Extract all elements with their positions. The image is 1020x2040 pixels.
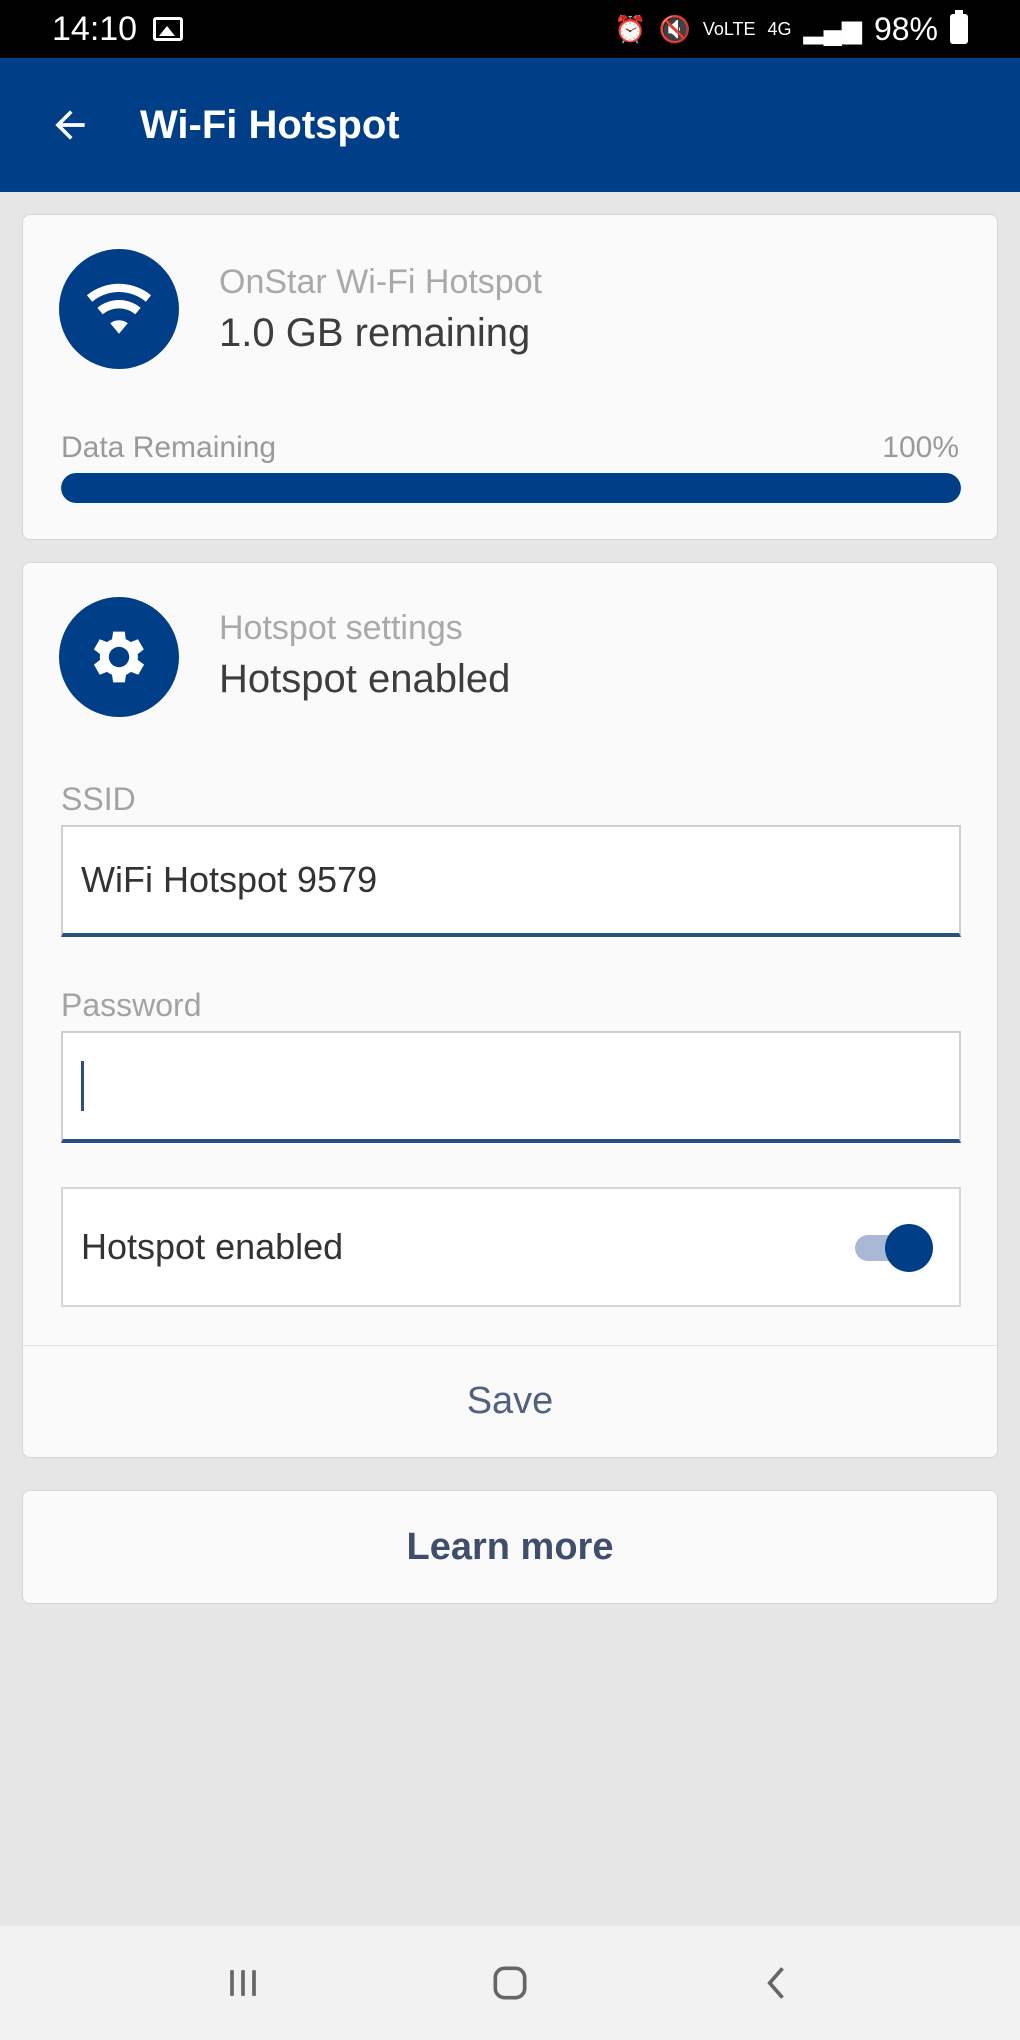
recent-apps-button[interactable] bbox=[203, 1943, 283, 2023]
status-icons: ⏰ 🔇 VoLTE 4G ▂▄▆ 98% bbox=[614, 10, 968, 48]
mute-icon: 🔇 bbox=[658, 13, 691, 44]
hotspot-toggle[interactable] bbox=[849, 1222, 933, 1272]
settings-card-title: Hotspot enabled bbox=[219, 657, 511, 701]
home-icon bbox=[493, 1966, 527, 2000]
home-button[interactable] bbox=[470, 1943, 550, 2023]
data-card-title: 1.0 GB remaining bbox=[219, 311, 531, 355]
gear-icon-badge bbox=[59, 597, 179, 717]
progress-label: Data Remaining bbox=[61, 431, 277, 464]
chevron-left-icon bbox=[766, 1967, 784, 1999]
volte-icon: VoLTE bbox=[702, 18, 756, 39]
progress-percent: 100% bbox=[882, 431, 959, 464]
wifi-icon-badge bbox=[59, 249, 179, 369]
battery-percent: 98% bbox=[873, 10, 938, 47]
alarm-icon: ⏰ bbox=[614, 13, 647, 44]
data-progress-fill bbox=[61, 473, 961, 503]
learn-more-button[interactable]: Learn more bbox=[407, 1526, 614, 1569]
data-progress-bar bbox=[61, 473, 961, 503]
status-time: 14:10 bbox=[52, 9, 138, 48]
text-cursor bbox=[81, 1061, 84, 1111]
nav-back-button[interactable] bbox=[737, 1943, 817, 2023]
save-area: Save bbox=[23, 1345, 997, 1457]
save-button[interactable]: Save bbox=[467, 1380, 554, 1423]
password-label: Password bbox=[61, 987, 202, 1023]
hotspot-settings-card: Hotspot settings Hotspot enabled SSID Pa… bbox=[22, 562, 998, 1458]
hotspot-toggle-row[interactable]: Hotspot enabled bbox=[61, 1187, 961, 1307]
status-bar: 14:10 ⏰ 🔇 VoLTE 4G ▂▄▆ 98% bbox=[0, 0, 1020, 58]
ssid-input[interactable] bbox=[81, 827, 959, 933]
app-bar: Wi-Fi Hotspot bbox=[0, 58, 1020, 192]
page-title: Wi-Fi Hotspot bbox=[140, 102, 400, 147]
arrow-left-icon bbox=[55, 110, 85, 140]
data-remaining-card: OnStar Wi-Fi Hotspot 1.0 GB remaining Da… bbox=[22, 214, 998, 540]
back-button[interactable] bbox=[0, 58, 140, 192]
ssid-field-container bbox=[61, 825, 961, 937]
learn-more-card[interactable]: Learn more bbox=[22, 1490, 998, 1604]
toggle-label: Hotspot enabled bbox=[81, 1226, 344, 1267]
settings-card-subtitle: Hotspot settings bbox=[219, 609, 463, 647]
password-field-container bbox=[61, 1031, 961, 1143]
signal-icon: ▂▄▆ bbox=[803, 13, 862, 44]
wifi-icon bbox=[86, 283, 152, 334]
battery-icon bbox=[950, 10, 968, 44]
recent-apps-icon bbox=[230, 1970, 257, 1996]
data-card-subtitle: OnStar Wi-Fi Hotspot bbox=[219, 263, 543, 301]
image-notification-icon bbox=[153, 17, 184, 41]
ssid-label: SSID bbox=[61, 781, 136, 817]
gear-icon bbox=[93, 631, 145, 683]
toggle-thumb bbox=[885, 1224, 933, 1272]
password-input[interactable] bbox=[85, 1033, 959, 1139]
system-nav-bar bbox=[0, 1926, 1020, 2040]
network-4g-icon: 4G bbox=[767, 18, 792, 39]
